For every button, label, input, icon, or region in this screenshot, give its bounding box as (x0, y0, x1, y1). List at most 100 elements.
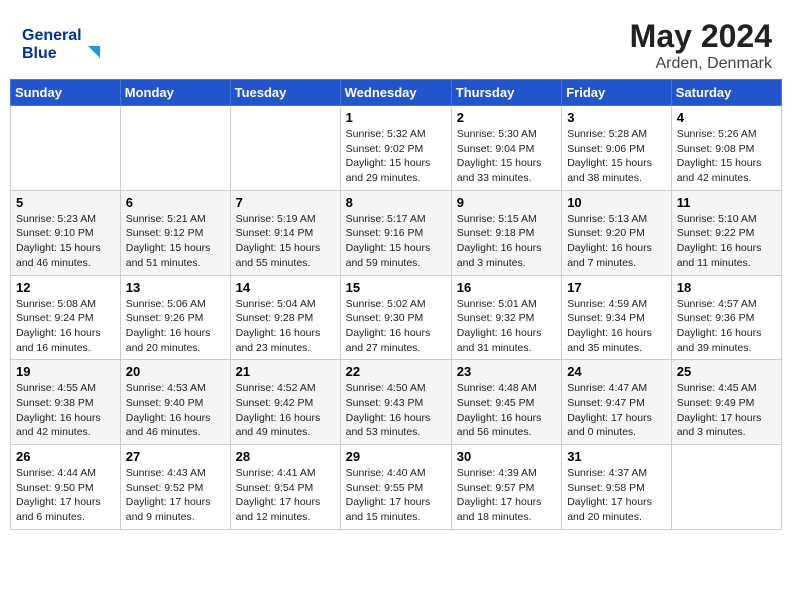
calendar-cell: 24 Sunrise: 4:47 AM Sunset: 9:47 PM Dayli… (562, 360, 672, 445)
day-info: Sunrise: 5:04 AM Sunset: 9:28 PM Dayligh… (236, 297, 335, 356)
weekday-header-cell: Saturday (671, 80, 781, 106)
day-info: Sunrise: 4:52 AM Sunset: 9:42 PM Dayligh… (236, 381, 335, 440)
day-info: Sunrise: 4:57 AM Sunset: 9:36 PM Dayligh… (677, 297, 776, 356)
day-number: 25 (677, 364, 776, 379)
day-info: Sunrise: 5:13 AM Sunset: 9:20 PM Dayligh… (567, 212, 666, 271)
day-number: 26 (16, 449, 115, 464)
day-info: Sunrise: 4:37 AM Sunset: 9:58 PM Dayligh… (567, 466, 666, 525)
calendar-cell: 13 Sunrise: 5:06 AM Sunset: 9:26 PM Dayli… (120, 275, 230, 360)
day-info: Sunrise: 5:19 AM Sunset: 9:14 PM Dayligh… (236, 212, 335, 271)
day-info: Sunrise: 4:40 AM Sunset: 9:55 PM Dayligh… (346, 466, 446, 525)
calendar-cell: 5Sunrise: 5:23 AM Sunset: 9:10 PM Daylig… (11, 190, 121, 275)
calendar-cell: 23 Sunrise: 4:48 AM Sunset: 9:45 PM Dayli… (451, 360, 561, 445)
day-info: Sunrise: 4:50 AM Sunset: 9:43 PM Dayligh… (346, 381, 446, 440)
day-number: 13 (126, 280, 225, 295)
calendar-cell: 22 Sunrise: 4:50 AM Sunset: 9:43 PM Dayli… (340, 360, 451, 445)
calendar-cell: 27Sunrise: 4:43 AM Sunset: 9:52 PM Dayli… (120, 445, 230, 530)
calendar-cell: 10 Sunrise: 5:13 AM Sunset: 9:20 PM Dayli… (562, 190, 672, 275)
weekday-header-cell: Wednesday (340, 80, 451, 106)
calendar-cell: 18 Sunrise: 4:57 AM Sunset: 9:36 PM Dayli… (671, 275, 781, 360)
day-number: 22 (346, 364, 446, 379)
day-number: 30 (457, 449, 556, 464)
svg-text:Blue: Blue (22, 45, 57, 62)
day-info: Sunrise: 5:10 AM Sunset: 9:22 PM Dayligh… (677, 212, 776, 271)
calendar-cell: 31Sunrise: 4:37 AM Sunset: 9:58 PM Dayli… (562, 445, 672, 530)
day-info: Sunrise: 4:45 AM Sunset: 9:49 PM Dayligh… (677, 381, 776, 440)
day-number: 4 (677, 110, 776, 125)
location-subtitle: Arden, Denmark (630, 55, 772, 73)
calendar-week-row: 5Sunrise: 5:23 AM Sunset: 9:10 PM Daylig… (11, 190, 782, 275)
calendar-cell: 17Sunrise: 4:59 AM Sunset: 9:34 PM Dayli… (562, 275, 672, 360)
calendar-cell: 14Sunrise: 5:04 AM Sunset: 9:28 PM Dayli… (230, 275, 340, 360)
calendar-cell: 9Sunrise: 5:15 AM Sunset: 9:18 PM Daylig… (451, 190, 561, 275)
calendar-cell: 8 Sunrise: 5:17 AM Sunset: 9:16 PM Daylig… (340, 190, 451, 275)
calendar-table: SundayMondayTuesdayWednesdayThursdayFrid… (10, 79, 782, 530)
svg-text:General: General (22, 27, 82, 44)
day-number: 27 (126, 449, 225, 464)
day-number: 18 (677, 280, 776, 295)
calendar-cell (671, 445, 781, 530)
day-number: 11 (677, 195, 776, 210)
calendar-cell: 25 Sunrise: 4:45 AM Sunset: 9:49 PM Dayli… (671, 360, 781, 445)
calendar-cell: 2 Sunrise: 5:30 AM Sunset: 9:04 PM Daylig… (451, 106, 561, 191)
page-header: General Blue May 2024 Arden, Denmark (10, 10, 782, 79)
calendar-week-row: 1Sunrise: 5:32 AM Sunset: 9:02 PM Daylig… (11, 106, 782, 191)
calendar-week-row: 12Sunrise: 5:08 AM Sunset: 9:24 PM Dayli… (11, 275, 782, 360)
logo: General Blue (20, 18, 110, 68)
day-info: Sunrise: 5:28 AM Sunset: 9:06 PM Dayligh… (567, 127, 666, 186)
calendar-week-row: 26 Sunrise: 4:44 AM Sunset: 9:50 PM Dayli… (11, 445, 782, 530)
calendar-cell: 12Sunrise: 5:08 AM Sunset: 9:24 PM Dayli… (11, 275, 121, 360)
day-number: 29 (346, 449, 446, 464)
day-info: Sunrise: 4:48 AM Sunset: 9:45 PM Dayligh… (457, 381, 556, 440)
weekday-header-row: SundayMondayTuesdayWednesdayThursdayFrid… (11, 80, 782, 106)
day-info: Sunrise: 5:06 AM Sunset: 9:26 PM Dayligh… (126, 297, 225, 356)
calendar-cell: 29 Sunrise: 4:40 AM Sunset: 9:55 PM Dayli… (340, 445, 451, 530)
weekday-header-cell: Thursday (451, 80, 561, 106)
calendar-week-row: 19Sunrise: 4:55 AM Sunset: 9:38 PM Dayli… (11, 360, 782, 445)
day-info: Sunrise: 4:44 AM Sunset: 9:50 PM Dayligh… (16, 466, 115, 525)
weekday-header-cell: Sunday (11, 80, 121, 106)
calendar-cell: 16 Sunrise: 5:01 AM Sunset: 9:32 PM Dayli… (451, 275, 561, 360)
calendar-cell: 3 Sunrise: 5:28 AM Sunset: 9:06 PM Daylig… (562, 106, 672, 191)
title-block: May 2024 Arden, Denmark (630, 18, 772, 73)
day-info: Sunrise: 4:53 AM Sunset: 9:40 PM Dayligh… (126, 381, 225, 440)
day-info: Sunrise: 5:15 AM Sunset: 9:18 PM Dayligh… (457, 212, 556, 271)
day-info: Sunrise: 4:41 AM Sunset: 9:54 PM Dayligh… (236, 466, 335, 525)
day-number: 28 (236, 449, 335, 464)
weekday-header-cell: Monday (120, 80, 230, 106)
day-info: Sunrise: 5:30 AM Sunset: 9:04 PM Dayligh… (457, 127, 556, 186)
day-info: Sunrise: 5:17 AM Sunset: 9:16 PM Dayligh… (346, 212, 446, 271)
calendar-cell: 6 Sunrise: 5:21 AM Sunset: 9:12 PM Daylig… (120, 190, 230, 275)
day-number: 6 (126, 195, 225, 210)
day-number: 8 (346, 195, 446, 210)
calendar-cell: 11 Sunrise: 5:10 AM Sunset: 9:22 PM Dayli… (671, 190, 781, 275)
calendar-cell: 15Sunrise: 5:02 AM Sunset: 9:30 PM Dayli… (340, 275, 451, 360)
calendar-cell: 21 Sunrise: 4:52 AM Sunset: 9:42 PM Dayli… (230, 360, 340, 445)
day-info: Sunrise: 4:47 AM Sunset: 9:47 PM Dayligh… (567, 381, 666, 440)
calendar-body: 1Sunrise: 5:32 AM Sunset: 9:02 PM Daylig… (11, 106, 782, 530)
calendar-cell (120, 106, 230, 191)
day-info: Sunrise: 5:23 AM Sunset: 9:10 PM Dayligh… (16, 212, 115, 271)
day-info: Sunrise: 4:39 AM Sunset: 9:57 PM Dayligh… (457, 466, 556, 525)
calendar-cell: 19Sunrise: 4:55 AM Sunset: 9:38 PM Dayli… (11, 360, 121, 445)
weekday-header-cell: Friday (562, 80, 672, 106)
day-number: 23 (457, 364, 556, 379)
day-number: 7 (236, 195, 335, 210)
day-info: Sunrise: 5:08 AM Sunset: 9:24 PM Dayligh… (16, 297, 115, 356)
day-number: 16 (457, 280, 556, 295)
day-number: 3 (567, 110, 666, 125)
calendar-cell: 28 Sunrise: 4:41 AM Sunset: 9:54 PM Dayli… (230, 445, 340, 530)
day-info: Sunrise: 4:55 AM Sunset: 9:38 PM Dayligh… (16, 381, 115, 440)
calendar-cell: 1Sunrise: 5:32 AM Sunset: 9:02 PM Daylig… (340, 106, 451, 191)
day-number: 21 (236, 364, 335, 379)
day-number: 10 (567, 195, 666, 210)
calendar-cell: 7 Sunrise: 5:19 AM Sunset: 9:14 PM Daylig… (230, 190, 340, 275)
day-number: 2 (457, 110, 556, 125)
day-info: Sunrise: 5:01 AM Sunset: 9:32 PM Dayligh… (457, 297, 556, 356)
day-number: 24 (567, 364, 666, 379)
day-info: Sunrise: 5:21 AM Sunset: 9:12 PM Dayligh… (126, 212, 225, 271)
day-info: Sunrise: 5:32 AM Sunset: 9:02 PM Dayligh… (346, 127, 446, 186)
calendar-cell: 30 Sunrise: 4:39 AM Sunset: 9:57 PM Dayli… (451, 445, 561, 530)
calendar-cell (11, 106, 121, 191)
day-info: Sunrise: 4:59 AM Sunset: 9:34 PM Dayligh… (567, 297, 666, 356)
